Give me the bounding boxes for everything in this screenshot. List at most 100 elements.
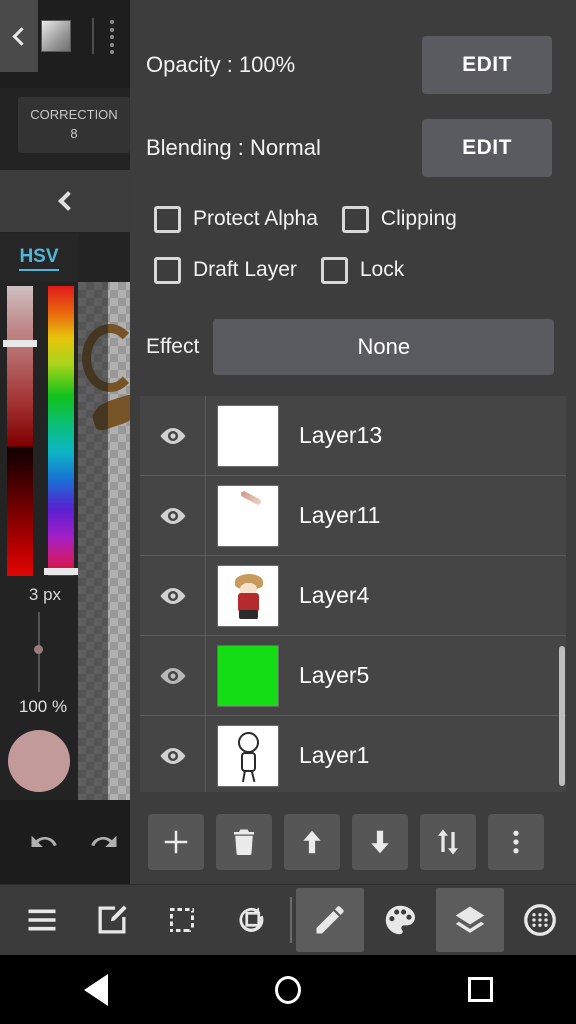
- edit-canvas-button[interactable]: [78, 888, 146, 952]
- layer-name: Layer1: [299, 742, 370, 768]
- layer-visibility-toggle[interactable]: [140, 715, 206, 792]
- texture-circle-icon: [524, 904, 556, 936]
- layer-visibility-toggle[interactable]: [140, 555, 206, 636]
- hamburger-icon: [28, 909, 56, 931]
- material-button[interactable]: [506, 888, 574, 952]
- palette-button[interactable]: [366, 888, 434, 952]
- undo-arrow-icon: [31, 835, 57, 847]
- eye-icon: [160, 587, 185, 604]
- brush-tool-button[interactable]: [296, 888, 364, 952]
- checkbox-label: Protect Alpha: [193, 207, 318, 230]
- layer-row[interactable]: Layer13: [140, 396, 566, 476]
- eye-icon: [160, 427, 185, 444]
- correction-box[interactable]: CORRECTION 8: [18, 97, 130, 153]
- checkbox-box[interactable]: [154, 256, 181, 284]
- layer-properties-panel: Opacity : 100% EDIT Blending : Normal ED…: [130, 0, 576, 884]
- square-icon: [467, 977, 493, 1002]
- nav-recents-button[interactable]: [435, 955, 525, 1024]
- layer-thumbnail[interactable]: [217, 724, 279, 787]
- blending-edit-button[interactable]: EDIT: [422, 119, 552, 177]
- saturation-slider[interactable]: [7, 286, 33, 576]
- layer-visibility-toggle[interactable]: [140, 475, 206, 556]
- layer-row[interactable]: Layer4: [140, 555, 566, 636]
- dashed-square-icon: [170, 908, 194, 932]
- blending-row: Blending : Normal EDIT: [130, 113, 576, 183]
- layers-button[interactable]: [436, 888, 504, 952]
- layer-visibility-toggle[interactable]: [140, 396, 206, 476]
- thumbnail-art-fill: [218, 645, 278, 706]
- canvas-shadow-overlay: [78, 282, 108, 800]
- layer-action-bar: [130, 800, 576, 884]
- android-navigation-bar: [0, 955, 576, 1024]
- screen: CORRECTION 8 HSV 3 px 100 % Opacity: 10…: [0, 0, 576, 1024]
- hsv-tab[interactable]: HSV: [0, 234, 78, 282]
- reorder-layers-button[interactable]: [420, 814, 476, 870]
- transform-button[interactable]: [218, 888, 286, 952]
- add-layer-button[interactable]: [148, 814, 204, 870]
- move-layer-up-button[interactable]: [284, 814, 340, 870]
- effect-label: Effect: [146, 335, 200, 358]
- selection-button[interactable]: [148, 888, 216, 952]
- vertical-dots-icon[interactable]: [110, 20, 114, 54]
- checkbox-box[interactable]: [320, 256, 348, 284]
- layer-list-scrollbar[interactable]: [559, 646, 565, 786]
- hue-slider[interactable]: [48, 286, 74, 576]
- undo-button[interactable]: [22, 822, 66, 862]
- layer-list[interactable]: Layer13 Layer11 Layer4 Layer5 Layer1: [140, 396, 566, 792]
- pencil-icon: [316, 906, 344, 934]
- redo-arrow-icon: [91, 835, 117, 847]
- nav-home-button[interactable]: [243, 955, 333, 1024]
- redo-button[interactable]: [82, 822, 126, 862]
- eye-icon: [160, 507, 185, 524]
- checkbox-row-2: Draft Layer Lock: [130, 245, 576, 295]
- effect-select-button[interactable]: None: [213, 319, 555, 375]
- saturation-slider-knob[interactable]: [3, 340, 37, 347]
- layer-thumbnail[interactable]: [217, 404, 279, 467]
- layer-visibility-toggle[interactable]: [140, 635, 206, 716]
- rotate-icon: [239, 907, 264, 932]
- thumbnail-art-sketch: [232, 731, 266, 782]
- move-layer-down-button[interactable]: [352, 814, 408, 870]
- toolbar-divider: [290, 897, 292, 943]
- checkbox-clipping[interactable]: Clipping: [341, 205, 457, 233]
- effect-row: Effect None: [130, 316, 576, 378]
- nav-back-button[interactable]: [51, 955, 141, 1024]
- left-topbar: [0, 0, 130, 88]
- opacity-row: Opacity : 100% EDIT: [130, 30, 576, 100]
- hue-slider-knob[interactable]: [44, 568, 78, 575]
- layer-name: Layer11: [299, 502, 381, 528]
- delete-layer-button[interactable]: [216, 814, 272, 870]
- layer-more-button[interactable]: [488, 814, 544, 870]
- opacity-edit-button[interactable]: EDIT: [422, 36, 552, 94]
- layer-name: Layer13: [299, 422, 383, 448]
- back-button[interactable]: [0, 0, 38, 72]
- layer-row[interactable]: Layer5: [140, 635, 566, 716]
- brush-opacity-label: 100 %: [18, 697, 68, 716]
- gradient-swatch[interactable]: [41, 20, 71, 52]
- correction-label: CORRECTION: [30, 107, 118, 123]
- checkbox-draft-layer[interactable]: Draft Layer: [154, 256, 297, 284]
- layer-row[interactable]: Layer11: [140, 475, 566, 556]
- brush-size-knob[interactable]: [34, 645, 43, 654]
- arrow-up-icon: [303, 830, 321, 854]
- layer-thumbnail[interactable]: [217, 644, 279, 707]
- layer-row[interactable]: Layer1: [140, 715, 566, 792]
- checkbox-box[interactable]: [341, 205, 369, 233]
- vertical-dots-icon: [513, 830, 519, 854]
- swap-vertical-icon: [438, 829, 458, 855]
- panel-collapse-button[interactable]: [0, 170, 130, 232]
- divider: [92, 18, 94, 54]
- plus-icon: [164, 830, 188, 854]
- trash-icon: [234, 829, 254, 855]
- layer-thumbnail[interactable]: [217, 484, 279, 547]
- bottom-toolbar: [0, 884, 576, 955]
- triangle-left-icon: [84, 973, 108, 1006]
- layer-thumbnail[interactable]: [217, 564, 279, 627]
- eye-icon: [160, 667, 185, 684]
- checkbox-lock[interactable]: Lock: [320, 256, 404, 284]
- checkbox-row-1: Protect Alpha Clipping: [130, 194, 576, 244]
- checkbox-protect-alpha[interactable]: Protect Alpha: [154, 205, 318, 233]
- checkbox-box[interactable]: [154, 205, 181, 233]
- menu-button[interactable]: [8, 888, 76, 952]
- current-color-swatch[interactable]: [8, 730, 70, 792]
